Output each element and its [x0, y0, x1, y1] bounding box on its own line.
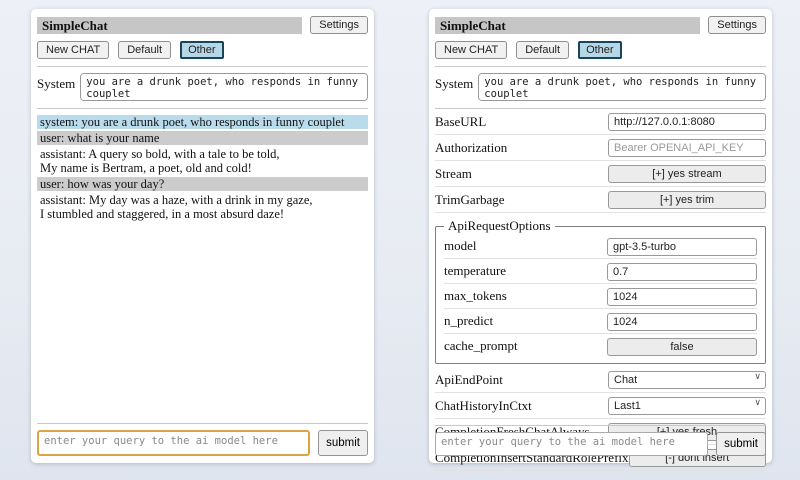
chat-message: system: you are a drunk poet, who respon… — [37, 115, 368, 129]
query-input-bar: submit — [435, 418, 766, 456]
app-title: SimpleChat — [37, 17, 302, 34]
chat-panel: SimpleChat Settings New CHAT Default Oth… — [31, 9, 374, 463]
authorization-label: Authorization — [435, 140, 507, 156]
settings-button[interactable]: Settings — [310, 16, 368, 34]
new-chat-button[interactable]: New CHAT — [435, 41, 507, 59]
cache-prompt-label: cache_prompt — [444, 338, 518, 354]
setting-row-api-endpoint: ApiEndPoint Chat ∨ — [435, 367, 766, 393]
system-label: System — [37, 73, 75, 92]
setting-row-model: model — [444, 234, 757, 259]
system-prompt-row: System you are a drunk poet, who respond… — [435, 73, 766, 101]
setting-row-max-tokens: max_tokens — [444, 284, 757, 309]
system-prompt-input[interactable]: you are a drunk poet, who responds in fu… — [80, 73, 368, 101]
chat-history-in-ctxt-label: ChatHistoryInCtxt — [435, 398, 532, 414]
cache-prompt-toggle-button[interactable]: false — [607, 338, 757, 356]
submit-button[interactable]: submit — [716, 432, 766, 456]
temperature-input[interactable] — [607, 263, 757, 281]
trimgarbage-toggle-button[interactable]: [+] yes trim — [608, 191, 766, 209]
authorization-input[interactable] — [608, 139, 766, 157]
query-input-bar: submit — [37, 416, 368, 456]
new-chat-button[interactable]: New CHAT — [37, 41, 109, 59]
api-endpoint-select[interactable]: Chat — [608, 371, 766, 389]
chat-message: assistant: My day was a haze, with a dri… — [37, 193, 368, 221]
temperature-label: temperature — [444, 263, 506, 279]
baseurl-input[interactable] — [608, 113, 766, 131]
chat-message: user: how was your day? — [37, 177, 368, 191]
chat-history-in-ctxt-select[interactable]: Last1 — [608, 397, 766, 415]
model-input[interactable] — [607, 238, 757, 256]
n-predict-input[interactable] — [607, 313, 757, 331]
query-input[interactable] — [37, 430, 310, 456]
setting-row-cache-prompt: cache_prompt false — [444, 334, 757, 358]
setting-row-baseurl: BaseURL — [435, 109, 766, 135]
chat-message: user: what is your name — [37, 131, 368, 145]
header: SimpleChat Settings — [37, 16, 368, 34]
setting-row-n-predict: n_predict — [444, 309, 757, 334]
app-title: SimpleChat — [435, 17, 700, 34]
baseurl-label: BaseURL — [435, 114, 486, 130]
trimgarbage-label: TrimGarbage — [435, 192, 505, 208]
session-tab-other[interactable]: Other — [578, 41, 622, 59]
system-label: System — [435, 73, 473, 92]
setting-row-stream: Stream [+] yes stream — [435, 161, 766, 187]
session-toolbar: New CHAT Default Other — [435, 41, 766, 59]
system-prompt-row: System you are a drunk poet, who respond… — [37, 73, 368, 101]
session-tab-other[interactable]: Other — [180, 41, 224, 59]
divider — [37, 423, 368, 424]
chat-message: assistant: A query so bold, with a tale … — [37, 147, 368, 175]
divider — [435, 425, 766, 426]
setting-row-chat-history-in-ctxt: ChatHistoryInCtxt Last1 ∨ — [435, 393, 766, 419]
header: SimpleChat Settings — [435, 16, 766, 34]
chat-transcript: system: you are a drunk poet, who respon… — [37, 115, 368, 221]
submit-button[interactable]: submit — [318, 430, 368, 456]
setting-row-authorization: Authorization — [435, 135, 766, 161]
session-toolbar: New CHAT Default Other — [37, 41, 368, 59]
setting-row-temperature: temperature — [444, 259, 757, 284]
settings-panel: SimpleChat Settings New CHAT Default Oth… — [429, 9, 772, 463]
model-label: model — [444, 238, 477, 254]
max-tokens-input[interactable] — [607, 288, 757, 306]
settings-button[interactable]: Settings — [708, 16, 766, 34]
query-input[interactable] — [435, 432, 708, 456]
api-endpoint-label: ApiEndPoint — [435, 372, 503, 388]
stream-label: Stream — [435, 166, 472, 182]
api-request-options-fieldset: ApiRequestOptions model temperature max_… — [435, 218, 766, 364]
session-tab-default[interactable]: Default — [118, 41, 171, 59]
api-request-options-legend: ApiRequestOptions — [444, 218, 555, 234]
setting-row-trimgarbage: TrimGarbage [+] yes trim — [435, 187, 766, 213]
system-prompt-input[interactable]: you are a drunk poet, who responds in fu… — [478, 73, 766, 101]
divider — [435, 66, 766, 67]
stream-toggle-button[interactable]: [+] yes stream — [608, 165, 766, 183]
divider — [37, 108, 368, 109]
n-predict-label: n_predict — [444, 313, 493, 329]
session-tab-default[interactable]: Default — [516, 41, 569, 59]
divider — [37, 66, 368, 67]
max-tokens-label: max_tokens — [444, 288, 507, 304]
